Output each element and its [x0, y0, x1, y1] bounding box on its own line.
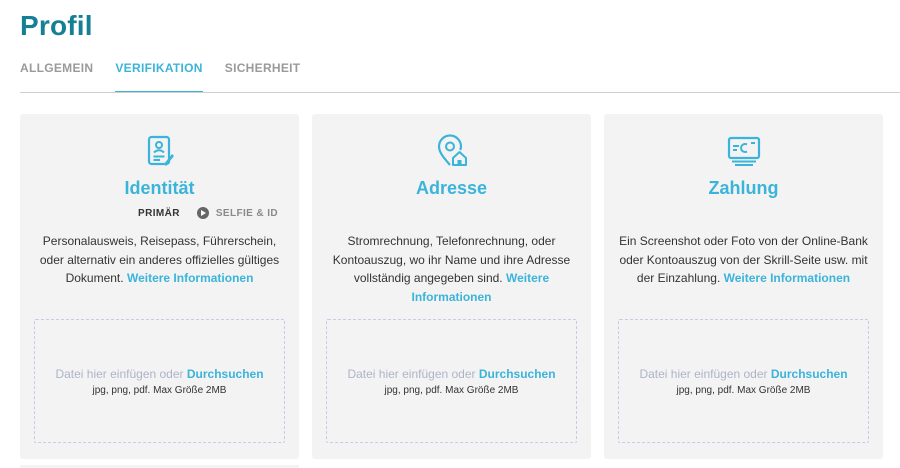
tab-allgemein[interactable]: ALLGEMEIN [20, 61, 93, 93]
tab-sicherheit[interactable]: SICHERHEIT [225, 61, 301, 93]
sub-tab-selfie-id[interactable]: SELFIE & ID [216, 208, 278, 219]
browse-link[interactable]: Durchsuchen [479, 367, 556, 381]
file-dropzone-payment[interactable]: Datei hier einfügen oder Durchsuchen jpg… [618, 319, 869, 443]
payment-screen-icon [727, 136, 760, 166]
card-description: Ein Screenshot oder Foto von der Online-… [614, 232, 873, 288]
dropzone-prompt: Datei hier einfügen oder Durchsuchen [35, 367, 284, 381]
more-info-link[interactable]: Weitere Informationen [127, 271, 253, 285]
dropzone-text: Datei hier einfügen oder [55, 367, 184, 381]
profile-tabs: ALLGEMEIN VERIFIKATION SICHERHEIT [20, 61, 322, 93]
page-title: Profil [20, 10, 93, 41]
card-title-payment: Zahlung [708, 178, 779, 198]
id-card-icon [147, 135, 174, 166]
location-home-icon [437, 134, 467, 166]
browse-link[interactable]: Durchsuchen [187, 367, 264, 381]
identity-sub-tabs: PRIMÄR SELFIE & ID [138, 207, 278, 219]
dropzone-hint: jpg, png, pdf. Max Größe 2MB [92, 385, 227, 396]
arrow-right-icon [196, 207, 209, 219]
dropzone-hint: jpg, png, pdf. Max Größe 2MB [676, 385, 811, 396]
dropzone-text: Datei hier einfügen oder [347, 367, 476, 381]
payment-card: Zahlung Ein Screenshot oder Foto von der… [604, 114, 883, 459]
card-title-address: Adresse [415, 178, 488, 198]
dropzone-text: Datei hier einfügen oder [639, 367, 768, 381]
address-card: Adresse Stromrechnung, Telefonrechnung, … [312, 114, 591, 459]
more-info-link[interactable]: Weitere Informationen [724, 271, 850, 285]
file-dropzone-address[interactable]: Datei hier einfügen oder Durchsuchen jpg… [326, 319, 577, 443]
file-dropzone-identity[interactable]: Datei hier einfügen oder Durchsuchen jpg… [34, 319, 285, 443]
card-description: Personalausweis, Reisepass, Führerschein… [30, 232, 289, 288]
card-description: Stromrechnung, Telefonrechnung, oder Kon… [322, 232, 581, 306]
tabs-divider [20, 92, 900, 93]
browse-link[interactable]: Durchsuchen [771, 367, 848, 381]
dropzone-prompt: Datei hier einfügen oder Durchsuchen [619, 367, 868, 381]
card-title-identity: Identität [124, 178, 195, 198]
dropzone-hint: jpg, png, pdf. Max Größe 2MB [384, 385, 519, 396]
sub-tab-primary[interactable]: PRIMÄR [138, 208, 180, 219]
identity-card: Identität PRIMÄR SELFIE & ID Personalaus… [20, 114, 299, 459]
tab-verifikation[interactable]: VERIFIKATION [115, 61, 204, 93]
dropzone-prompt: Datei hier einfügen oder Durchsuchen [327, 367, 576, 381]
